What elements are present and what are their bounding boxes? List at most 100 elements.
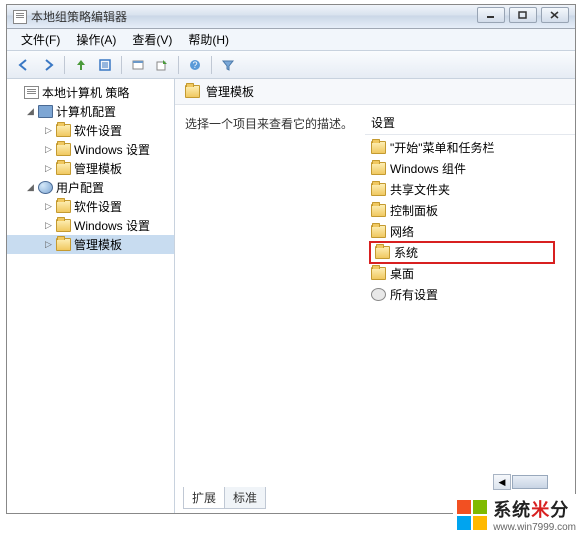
expander-icon[interactable]: ▷ (43, 220, 54, 231)
tree-label: Windows 设置 (74, 141, 150, 158)
svg-text:?: ? (192, 60, 197, 70)
setting-label: 系统 (394, 244, 418, 261)
setting-network[interactable]: 网络 (365, 221, 575, 242)
menu-view[interactable]: 查看(V) (124, 29, 180, 50)
tree-windows-settings-user[interactable]: ▷ Windows 设置 (7, 216, 174, 235)
expander-icon[interactable]: ▷ (43, 163, 54, 174)
setting-label: Windows 组件 (390, 160, 466, 177)
app-icon (13, 10, 27, 24)
tree-pane[interactable]: 本地计算机 策略 ◢ 计算机配置 ▷ 软件设置 ▷ Windows 设置 ▷ 管… (7, 79, 175, 513)
policy-icon (24, 86, 39, 99)
menu-file[interactable]: 文件(F) (13, 29, 68, 50)
properties-button[interactable] (127, 54, 149, 76)
description-column: 选择一个项目来查看它的描述。 (175, 105, 365, 513)
tree-root[interactable]: 本地计算机 策略 (7, 83, 174, 102)
expander-icon[interactable]: ▷ (43, 201, 54, 212)
window-title: 本地组策略编辑器 (31, 8, 127, 25)
tree-label: 软件设置 (74, 122, 122, 139)
folder-icon (56, 200, 71, 213)
logo-square-red (457, 500, 471, 514)
scroll-left-button[interactable]: ◀ (493, 474, 511, 490)
setting-shared-folders[interactable]: 共享文件夹 (365, 179, 575, 200)
tree-windows-settings[interactable]: ▷ Windows 设置 (7, 140, 174, 159)
watermark-text: 系统米分 www.win7999.com (493, 496, 576, 533)
toolbar-separator (121, 56, 122, 74)
tree-computer-config[interactable]: ◢ 计算机配置 (7, 102, 174, 121)
tree-label: 管理模板 (74, 160, 122, 177)
details-header: 管理模板 (175, 79, 575, 105)
scroll-thumb[interactable] (512, 475, 548, 489)
export-button[interactable] (151, 54, 173, 76)
window-controls (477, 7, 569, 23)
setting-label: 共享文件夹 (390, 181, 450, 198)
computer-icon (38, 105, 53, 118)
logo-square-yellow (473, 516, 487, 530)
folder-icon (371, 204, 386, 217)
expander-icon[interactable]: ▷ (43, 125, 54, 136)
tree-software-settings[interactable]: ▷ 软件设置 (7, 121, 174, 140)
watermark-url: www.win7999.com (493, 522, 576, 533)
folder-icon (371, 141, 386, 154)
setting-label: 控制面板 (390, 202, 438, 219)
menubar: 文件(F) 操作(A) 查看(V) 帮助(H) (7, 29, 575, 51)
tab-standard[interactable]: 标准 (224, 487, 266, 509)
logo-square-green (473, 500, 487, 514)
tree-software-settings-user[interactable]: ▷ 软件设置 (7, 197, 174, 216)
settings-column-header[interactable]: 设置 (365, 111, 575, 135)
folder-icon (371, 183, 386, 196)
help-button[interactable]: ? (184, 54, 206, 76)
tree-label: 用户配置 (56, 179, 104, 196)
folder-icon (371, 267, 386, 280)
details-body: 选择一个项目来查看它的描述。 设置 "开始"菜单和任务栏 Windows 组件 … (175, 105, 575, 513)
settings-column: 设置 "开始"菜单和任务栏 Windows 组件 共享文件夹 控制面板 网络 系… (365, 105, 575, 513)
watermark-logo (457, 500, 487, 530)
list-button[interactable] (94, 54, 116, 76)
setting-label: 所有设置 (390, 286, 438, 303)
close-button[interactable] (541, 7, 569, 23)
setting-desktop[interactable]: 桌面 (365, 263, 575, 284)
filter-button[interactable] (217, 54, 239, 76)
setting-system[interactable]: 系统 (369, 241, 555, 264)
folder-icon (56, 124, 71, 137)
hint-text: 选择一个项目来查看它的描述。 (185, 115, 357, 132)
details-title: 管理模板 (206, 83, 254, 100)
forward-button[interactable] (37, 54, 59, 76)
maximize-button[interactable] (509, 7, 537, 23)
tree-root-label: 本地计算机 策略 (42, 84, 129, 101)
tab-extended[interactable]: 扩展 (183, 487, 225, 509)
tree-user-config[interactable]: ◢ 用户配置 (7, 178, 174, 197)
folder-icon (371, 162, 386, 175)
folder-icon (375, 246, 390, 259)
watermark-title: 系统米分 (493, 496, 569, 522)
up-button[interactable] (70, 54, 92, 76)
expander-icon[interactable]: ▷ (43, 239, 54, 250)
folder-icon (56, 219, 71, 232)
content-area: 本地计算机 策略 ◢ 计算机配置 ▷ 软件设置 ▷ Windows 设置 ▷ 管… (7, 79, 575, 513)
setting-label: 网络 (390, 223, 414, 240)
logo-square-blue (457, 516, 471, 530)
back-button[interactable] (13, 54, 35, 76)
tree-admin-templates[interactable]: ▷ 管理模板 (7, 159, 174, 178)
gpedit-window: 本地组策略编辑器 文件(F) 操作(A) 查看(V) 帮助(H) ? (6, 4, 576, 514)
folder-icon (56, 162, 71, 175)
setting-windows-components[interactable]: Windows 组件 (365, 158, 575, 179)
view-tabs: 扩展 标准 (183, 487, 265, 509)
titlebar: 本地组策略编辑器 (7, 5, 575, 29)
menu-help[interactable]: 帮助(H) (180, 29, 237, 50)
setting-start-menu[interactable]: "开始"菜单和任务栏 (365, 137, 575, 158)
setting-label: 桌面 (390, 265, 414, 282)
menu-action[interactable]: 操作(A) (68, 29, 124, 50)
setting-all[interactable]: 所有设置 (365, 284, 575, 305)
toolbar-separator (64, 56, 65, 74)
tree-admin-templates-user[interactable]: ▷ 管理模板 (7, 235, 174, 254)
toolbar-separator (211, 56, 212, 74)
setting-label: "开始"菜单和任务栏 (390, 139, 495, 156)
expander-icon[interactable]: ◢ (25, 182, 36, 193)
folder-icon (56, 238, 71, 251)
tree-label: 管理模板 (74, 236, 122, 253)
expander-icon[interactable]: ◢ (25, 106, 36, 117)
expander-icon[interactable]: ▷ (43, 144, 54, 155)
folder-icon (371, 225, 386, 238)
minimize-button[interactable] (477, 7, 505, 23)
setting-control-panel[interactable]: 控制面板 (365, 200, 575, 221)
